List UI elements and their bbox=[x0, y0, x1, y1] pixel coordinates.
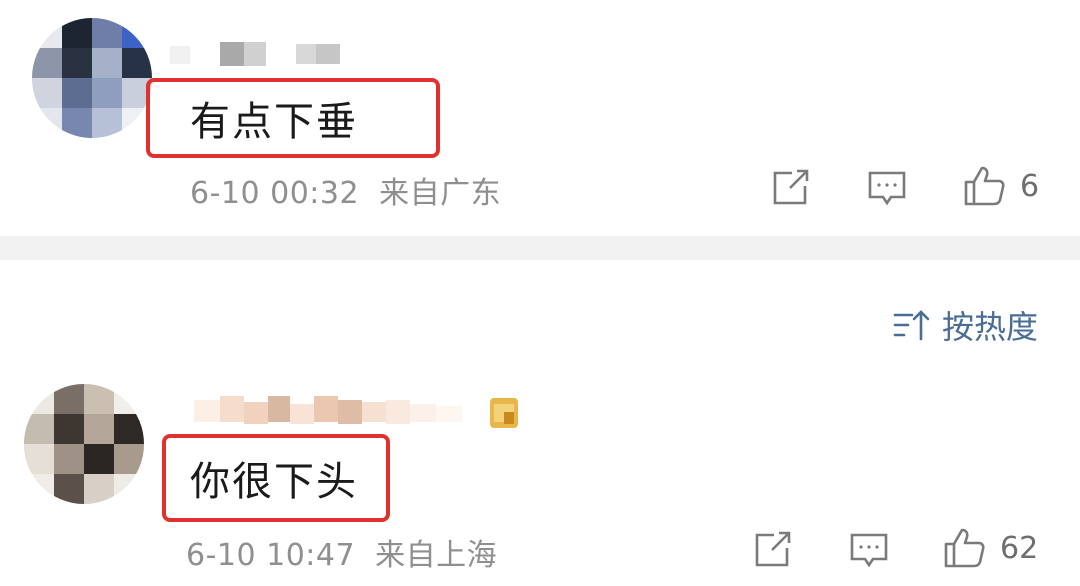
comment-icon bbox=[850, 533, 888, 568]
comment-icon bbox=[868, 171, 906, 206]
comment-meta: 6-10 10:47 来自上海 bbox=[186, 530, 497, 574]
comment-date: 6-10 10:47 bbox=[186, 538, 356, 573]
sort-toggle[interactable]: 按热度 bbox=[892, 302, 1038, 348]
reply-button[interactable] bbox=[848, 530, 890, 570]
share-icon bbox=[755, 531, 791, 567]
comment-location: 来自广东 bbox=[379, 176, 502, 211]
reply-button[interactable] bbox=[866, 168, 908, 208]
comment-meta: 6-10 00:32 来自广东 bbox=[190, 168, 501, 212]
thumbs-up-icon bbox=[964, 166, 1005, 206]
sort-label: 按热度 bbox=[942, 308, 1039, 346]
like-count: 6 bbox=[1020, 168, 1040, 204]
comment-date: 6-10 00:32 bbox=[190, 176, 360, 211]
share-button[interactable] bbox=[752, 530, 794, 570]
like-count: 62 bbox=[1000, 530, 1039, 566]
thumbs-up-icon bbox=[944, 528, 985, 568]
comment-text: 你很下头 bbox=[190, 459, 358, 505]
vip-badge-icon bbox=[490, 398, 518, 428]
section-divider bbox=[0, 236, 1080, 260]
user-avatar[interactable] bbox=[24, 384, 144, 504]
like-button[interactable]: 6 bbox=[962, 164, 1039, 208]
share-button[interactable] bbox=[770, 168, 812, 208]
comment-location: 来自上海 bbox=[375, 538, 498, 573]
comment-text: 有点下垂 bbox=[190, 99, 358, 145]
username-censored[interactable] bbox=[170, 40, 350, 74]
highlighted-comment-box: 你很下头 bbox=[162, 434, 390, 522]
user-avatar[interactable] bbox=[32, 18, 152, 138]
like-button[interactable]: 62 bbox=[942, 526, 1038, 570]
sort-icon bbox=[893, 310, 930, 341]
share-icon bbox=[773, 169, 809, 205]
highlighted-comment-box: 有点下垂 bbox=[146, 78, 440, 158]
username-censored[interactable] bbox=[194, 394, 484, 428]
